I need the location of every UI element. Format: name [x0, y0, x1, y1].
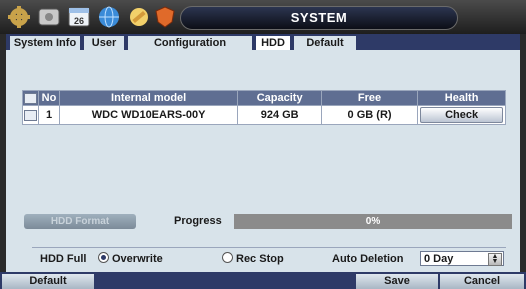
- default-button[interactable]: Default: [2, 274, 94, 289]
- cell-free: 0 GB (R): [320, 105, 419, 125]
- network-globe-icon[interactable]: [96, 5, 122, 29]
- cell-model: WDC WD10EARS-00Y: [58, 105, 239, 125]
- tab-hdd[interactable]: HDD: [256, 36, 290, 50]
- tab-user[interactable]: User: [84, 36, 124, 50]
- cell-capacity: 924 GB: [237, 105, 322, 125]
- header-no: No: [38, 90, 60, 106]
- table-row: 1 WDC WD10EARS-00Y 924 GB 0 GB (R) Check: [21, 105, 506, 125]
- hdd-panel: System Info User Configuration HDD Defau…: [6, 34, 520, 272]
- hdd-icon[interactable]: [36, 5, 62, 29]
- tab-system-info[interactable]: System Info: [10, 36, 80, 50]
- auto-deletion-value: 0 Day: [424, 253, 454, 265]
- rec-stop-option[interactable]: Rec Stop: [222, 252, 284, 266]
- header-health: Health: [417, 90, 506, 106]
- overwrite-label: Overwrite: [112, 253, 163, 265]
- auto-deletion-select[interactable]: 0 Day ▲ ▼: [420, 251, 504, 266]
- calendar-day: 26: [74, 16, 84, 26]
- shield-icon[interactable]: [152, 5, 178, 29]
- top-toolbar: 26 SYSTEM: [0, 0, 526, 34]
- select-all-header[interactable]: [21, 90, 40, 106]
- window-title: SYSTEM: [180, 6, 458, 30]
- rec-stop-label: Rec Stop: [236, 253, 284, 265]
- rec-stop-radio[interactable]: [222, 252, 233, 263]
- row-select-cell[interactable]: [21, 105, 40, 125]
- save-button[interactable]: Save: [356, 274, 438, 289]
- spinner-arrows-icon[interactable]: ▲ ▼: [488, 253, 502, 266]
- tab-default[interactable]: Default: [294, 36, 356, 50]
- progress-label: Progress: [174, 215, 222, 227]
- overwrite-radio[interactable]: [98, 252, 109, 263]
- overwrite-option[interactable]: Overwrite: [98, 252, 163, 266]
- progress-value: 0%: [365, 216, 381, 227]
- header-capacity: Capacity: [237, 90, 322, 106]
- cell-no: 1: [38, 105, 60, 125]
- header-free: Free: [320, 90, 419, 106]
- health-check-button[interactable]: Check: [420, 107, 503, 123]
- gear-icon[interactable]: [6, 5, 32, 29]
- calendar-icon[interactable]: 26: [66, 5, 92, 29]
- hdd-full-label: HDD Full: [40, 253, 87, 265]
- hdd-table: No Internal model Capacity Free Health 1…: [21, 90, 506, 125]
- header-internal-model: Internal model: [58, 90, 239, 106]
- tools-icon[interactable]: [126, 5, 152, 29]
- footer-bar: Default Save Cancel: [0, 272, 526, 289]
- cancel-button[interactable]: Cancel: [440, 274, 524, 289]
- hdd-format-button[interactable]: HDD Format: [24, 214, 136, 229]
- auto-deletion-label: Auto Deletion: [332, 253, 404, 265]
- select-all-checkbox[interactable]: [24, 92, 38, 104]
- divider: [32, 247, 506, 248]
- tab-configuration[interactable]: Configuration: [128, 36, 252, 50]
- cell-health: Check: [417, 105, 506, 125]
- tab-bar: System Info User Configuration HDD Defau…: [6, 34, 520, 50]
- table-header-row: No Internal model Capacity Free Health: [21, 90, 506, 106]
- row-checkbox[interactable]: [24, 109, 38, 121]
- progress-bar: 0%: [234, 214, 512, 229]
